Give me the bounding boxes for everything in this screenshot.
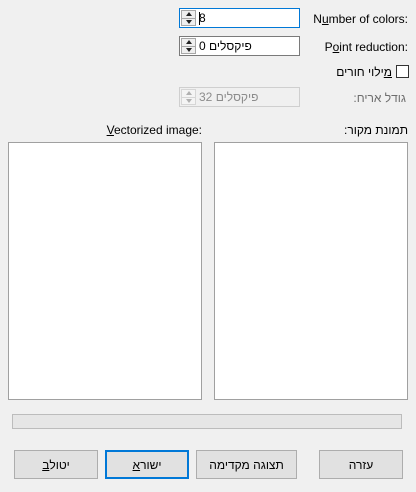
number-of-colors-spinbox[interactable]: 8 [179,8,300,28]
number-of-colors-label-part: mber of colors: [328,12,408,26]
source-image-label: תמונת מקור: [343,123,408,137]
number-of-colors-spin-buttons[interactable] [181,10,196,26]
vectorized-image-label: Vectorized image: [107,123,202,137]
number-of-colors-label-part: N [313,12,322,26]
tile-size-decrement-button [181,97,196,105]
tile-size-spinbox: פיקסלים 32 [179,87,300,107]
fill-holes-label[interactable]: מילוי חורים [336,65,392,79]
point-reduction-increment-button[interactable] [181,38,196,47]
vectorized-image-label-accelerator: V [106,123,114,137]
progress-bar [12,414,402,429]
tile-size-value: פיקסלים 32 [199,90,259,104]
cancel-button[interactable]: ב יטול [14,450,98,479]
help-button[interactable]: עזרה [319,450,403,479]
tile-size-spin-buttons [181,89,196,105]
vectorized-image-preview [8,142,202,400]
ok-button[interactable]: א ישור [105,450,189,479]
arrow-up-icon [185,40,192,45]
number-of-colors-label-accelerator: u [321,12,329,26]
arrow-down-icon [185,47,192,52]
number-of-colors-increment-button[interactable] [181,10,196,19]
fill-holes-checkbox[interactable] [396,65,409,78]
point-reduction-value: פיקסלים 0 [199,39,252,53]
arrow-up-icon [185,91,192,96]
number-of-colors-decrement-button[interactable] [181,18,196,26]
vectorized-image-label-part: ectorized image: [113,123,202,137]
arrow-down-icon [185,19,192,24]
tile-size-label: גודל אריח: [353,91,406,105]
tile-size-increment-button [181,89,196,98]
point-reduction-decrement-button[interactable] [181,46,196,54]
fill-holes-label-part: ילוי חורים [336,65,384,79]
source-image-preview [214,142,408,400]
arrow-down-icon [185,98,192,103]
arrow-up-icon [185,12,192,17]
text-caret [199,12,200,25]
point-reduction-label-part: int reduction: [339,40,408,54]
point-reduction-label-part: P [324,40,333,54]
point-reduction-spinbox[interactable]: פיקסלים 0 [179,36,300,56]
preview-button[interactable]: תצוגה מקדימה [196,450,297,479]
number-of-colors-value: 8 [199,11,206,25]
ok-button-accelerator: א [132,457,141,472]
fill-holes-label-accelerator: מ [383,65,392,79]
preview-button-label: תצוגה מקדימה [209,457,284,472]
point-reduction-spin-buttons[interactable] [181,38,196,54]
cancel-button-label: יטול [49,457,70,472]
number-of-colors-label: Number of colors: [313,12,408,26]
ok-button-label: ישור [140,457,162,472]
point-reduction-label: Point reduction: [325,40,408,54]
cancel-button-accelerator: ב [42,457,50,472]
help-button-label: עזרה [348,457,374,472]
